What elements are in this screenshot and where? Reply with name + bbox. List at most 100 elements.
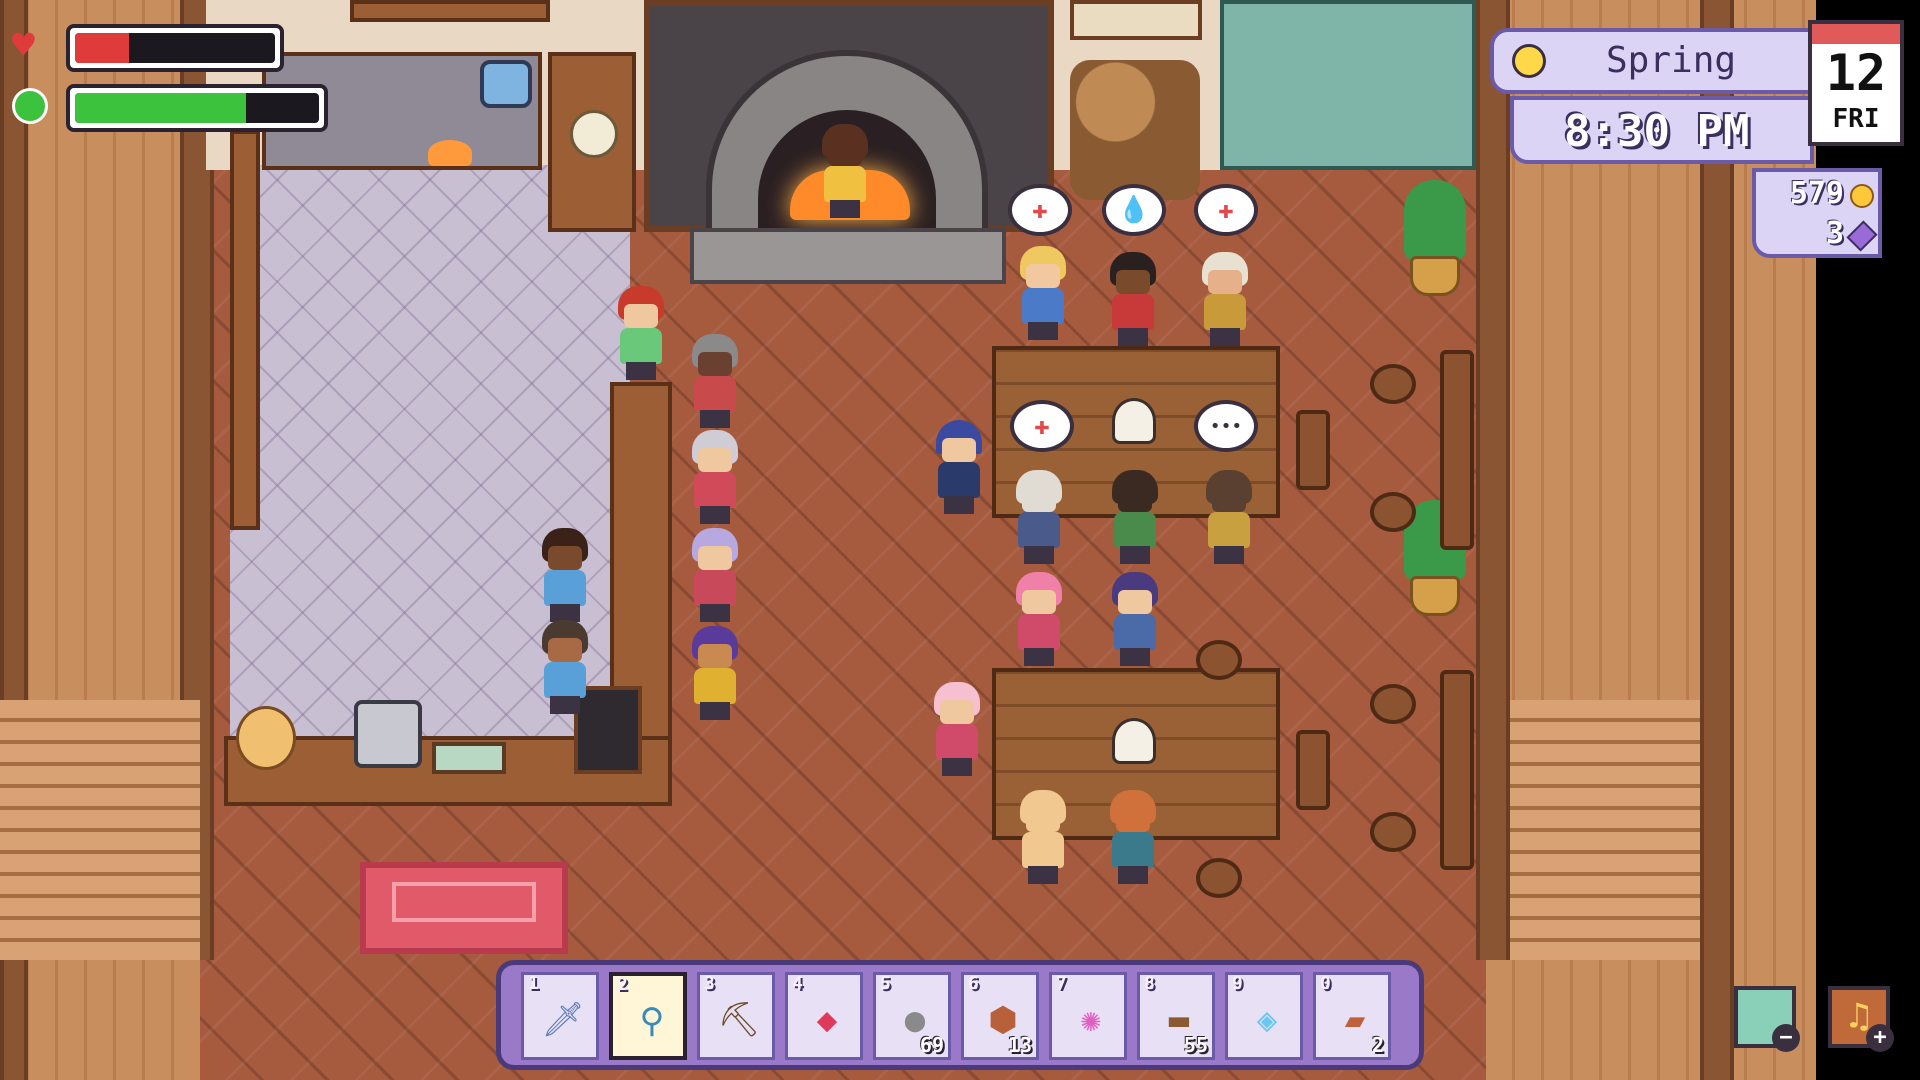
energy-icon — [12, 88, 48, 124]
hotbar-slot-0[interactable]: 0 ▰ 2 — [1313, 972, 1391, 1060]
barrels[interactable] — [1070, 60, 1200, 200]
gold-amount: 579 — [1789, 176, 1844, 211]
energy-bar — [66, 84, 328, 132]
time-panel: 8:30 PM — [1510, 96, 1814, 164]
slot-count: 69 — [919, 1033, 944, 1057]
hotbar-slot-4[interactable]: 4 ◆ — [785, 972, 863, 1060]
calendar: 12 FRI — [1808, 20, 1904, 146]
heart-bubble: ✚ — [1008, 184, 1072, 236]
villager-npc[interactable] — [612, 286, 670, 382]
stool[interactable] — [1196, 640, 1242, 680]
villager-npc[interactable] — [1106, 572, 1164, 668]
slot-key: 8 — [1144, 973, 1155, 994]
hotbar-slot-3[interactable]: 3 ⛏ — [697, 972, 775, 1060]
slot-key: 0 — [1320, 973, 1331, 994]
heart-bubble: ✚ — [1194, 184, 1258, 236]
stool[interactable] — [1370, 684, 1416, 724]
stool[interactable] — [1196, 858, 1242, 898]
stool[interactable] — [1370, 364, 1416, 404]
game-scene: ✚ 💧 ✚ ✚ ••• ♥ Spring 8:30 PM 12 FRI 579 … — [0, 0, 1920, 1080]
wizard-npc[interactable] — [930, 420, 988, 516]
villager-npc[interactable] — [686, 430, 744, 526]
top-shelf — [350, 0, 550, 22]
villager-npc[interactable] — [1200, 470, 1258, 566]
stool[interactable] — [1370, 812, 1416, 852]
pot-icon[interactable] — [480, 60, 532, 108]
ellipsis-text: ••• — [1209, 415, 1243, 437]
hotbar-slot-2[interactable]: 2 ⚲ — [609, 972, 687, 1060]
slot-count: 55 — [1183, 1033, 1208, 1057]
map-zoom-out-icon[interactable]: − — [1734, 986, 1800, 1052]
villager-npc[interactable] — [1010, 470, 1068, 566]
tray — [432, 742, 506, 774]
villager-npc[interactable] — [1106, 470, 1164, 566]
music-zoom-in-icon[interactable]: ♫ + — [1828, 986, 1894, 1052]
calendar-day: 12 — [1825, 44, 1887, 102]
candle-icon — [1112, 398, 1156, 444]
slot-key: 5 — [880, 973, 891, 994]
villager-npc[interactable] — [686, 334, 744, 430]
slot-key: 2 — [617, 974, 628, 995]
calendar-weekday: FRI — [1832, 104, 1880, 134]
villager-npc[interactable] — [536, 528, 594, 624]
plus-icon[interactable]: + — [1866, 1024, 1894, 1052]
sun-icon — [1512, 44, 1546, 78]
potted-plant — [1400, 180, 1470, 300]
heart-bubble: ✚ — [1010, 400, 1074, 452]
wall-bench[interactable] — [1440, 670, 1474, 870]
health-bar-fill — [75, 33, 129, 63]
slot-key: 1 — [528, 973, 539, 994]
right-stairs[interactable] — [1510, 700, 1700, 960]
right-wall-post — [1476, 0, 1510, 960]
gem-amount: 3 — [1825, 216, 1844, 251]
villager-npc[interactable] — [1104, 790, 1162, 886]
crystal-icon: ◈ — [1256, 1000, 1278, 1040]
ellipsis-bubble: ••• — [1194, 400, 1258, 452]
slot-key: 3 — [704, 973, 715, 994]
hotbar-slot-6[interactable]: 6 ⬢ 13 — [961, 972, 1039, 1060]
hotbar-slot-5[interactable]: 5 ● 69 — [873, 972, 951, 1060]
slot-key: 9 — [1232, 973, 1243, 994]
ruby-icon: ◆ — [816, 1000, 838, 1040]
villager-npc[interactable] — [536, 620, 594, 716]
cash-register-icon[interactable] — [354, 700, 422, 768]
gem-icon — [1846, 220, 1878, 252]
villager-npc[interactable] — [1196, 252, 1254, 348]
health-bar — [66, 24, 284, 72]
teal-cabinet[interactable] — [1220, 0, 1476, 170]
stove-fire-icon — [428, 140, 472, 166]
sword-icon: 🗡 — [541, 1000, 585, 1040]
bench[interactable] — [1296, 730, 1330, 810]
pink-orb-icon: ✺ — [1080, 1000, 1102, 1040]
water-bubble: 💧 — [1102, 184, 1166, 236]
flower-pot-icon — [236, 706, 296, 770]
villager-npc[interactable] — [1014, 790, 1072, 886]
player-character[interactable] — [816, 124, 874, 220]
slot-count: 13 — [1007, 1033, 1032, 1057]
brick-icon: ▰ — [1344, 1000, 1366, 1040]
gold-coin-icon — [1850, 184, 1874, 208]
villager-npc[interactable] — [1010, 572, 1068, 668]
hotbar-slot-1[interactable]: 1 🗡 — [521, 972, 599, 1060]
villager-npc[interactable] — [1104, 252, 1162, 348]
villager-npc[interactable] — [1014, 246, 1072, 342]
hotbar-slot-7[interactable]: 7 ✺ — [1049, 972, 1127, 1060]
minus-icon[interactable]: − — [1772, 1024, 1800, 1052]
villager-npc[interactable] — [686, 528, 744, 624]
clock-time: 8:30 PM — [1564, 106, 1750, 157]
stool[interactable] — [1370, 492, 1416, 532]
currency-panel: 579 3 — [1752, 168, 1882, 258]
hotbar-slot-8[interactable]: 8 ▬ 55 — [1137, 972, 1215, 1060]
wall-bench[interactable] — [1440, 350, 1474, 550]
villager-npc[interactable] — [686, 626, 744, 722]
hearth — [690, 228, 1006, 284]
season-panel: Spring — [1490, 28, 1814, 94]
bench[interactable] — [1296, 410, 1330, 490]
pickaxe-icon: ⛏ — [717, 1000, 761, 1040]
slot-count: 2 — [1371, 1033, 1384, 1057]
left-stairs[interactable] — [0, 700, 200, 960]
villager-npc[interactable] — [928, 682, 986, 778]
pink-rug — [360, 862, 568, 954]
net-icon: ⚲ — [639, 1001, 665, 1041]
hotbar-slot-9[interactable]: 9 ◈ — [1225, 972, 1303, 1060]
